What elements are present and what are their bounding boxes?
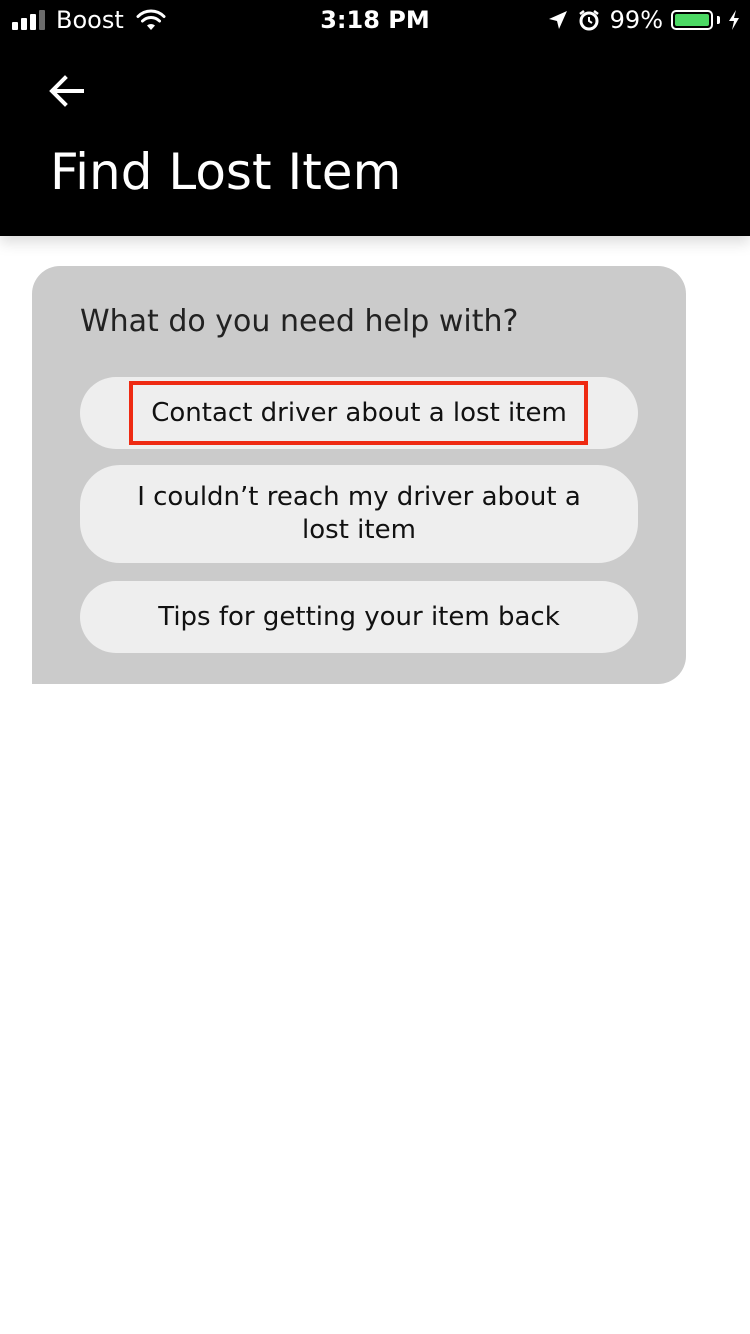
tips-option[interactable]: Tips for getting your item back bbox=[80, 581, 638, 653]
page-title: Find Lost Item bbox=[50, 143, 402, 201]
arrow-left-icon[interactable] bbox=[44, 68, 90, 114]
option-label: Contact driver about a lost item bbox=[151, 397, 567, 428]
screen: Boost 3:18 PM 99% Find Lost Item What do… bbox=[0, 0, 750, 1334]
battery-percent: 99% bbox=[609, 6, 663, 34]
battery-icon bbox=[671, 10, 713, 30]
help-card: What do you need help with? Contact driv… bbox=[32, 266, 686, 684]
help-question: What do you need help with? bbox=[80, 304, 519, 339]
status-right: 99% bbox=[548, 6, 740, 34]
charging-bolt-icon bbox=[729, 10, 739, 30]
status-bar: Boost 3:18 PM 99% bbox=[0, 0, 750, 40]
option-label: Tips for getting your item back bbox=[158, 601, 560, 632]
battery-tip bbox=[717, 16, 720, 24]
could-not-reach-driver-option[interactable]: I couldn’t reach my driver about a lost … bbox=[80, 465, 638, 563]
contact-driver-option[interactable]: Contact driver about a lost item bbox=[80, 377, 638, 449]
header: Find Lost Item bbox=[0, 40, 750, 236]
alarm-clock-icon bbox=[578, 10, 599, 31]
option-label: I couldn’t reach my driver about a lost … bbox=[137, 482, 581, 545]
location-arrow-icon bbox=[548, 11, 567, 29]
